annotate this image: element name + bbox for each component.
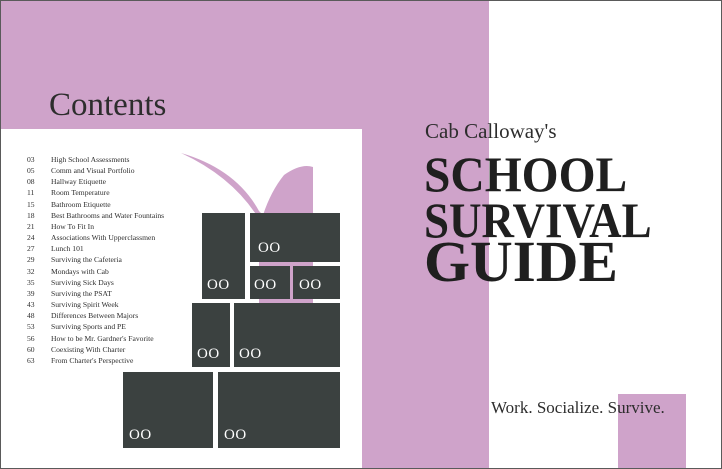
toc-title: Hallway Etiquette — [51, 177, 107, 187]
photo-block: OO — [250, 266, 290, 299]
toc-page-number: 48 — [27, 311, 35, 321]
toc-entry[interactable]: 32 Mondays with Cab — [27, 266, 227, 277]
toc-page-number: 21 — [27, 221, 35, 231]
toc-entry[interactable]: 03 High School Assessments — [27, 154, 227, 165]
toc-page-number: 15 — [27, 199, 35, 209]
toc-title: How to be Mr. Gardner's Favorite — [51, 333, 154, 343]
toc-page-number: 18 — [27, 210, 35, 220]
toc-page-number: 08 — [27, 177, 35, 187]
toc-title: Surviving Sick Days — [51, 277, 114, 287]
brand-name: Cab Calloway's — [425, 119, 557, 143]
block-label: OO — [254, 277, 277, 293]
toc-entry[interactable]: 21 How To Fit In — [27, 221, 227, 232]
cover-title-line: GUIDE — [424, 229, 618, 294]
toc-entry[interactable]: 15 Bathroom Etiquette — [27, 199, 227, 210]
toc-page-number: 29 — [27, 255, 35, 265]
photo-block: OO — [218, 372, 340, 448]
photo-block: OO — [250, 213, 340, 262]
magazine-spread: Contents 03 High School Assessments 05 Com… — [0, 0, 722, 469]
toc-entry[interactable]: 08 Hallway Etiquette — [27, 176, 227, 187]
block-label: OO — [207, 277, 230, 293]
toc-entry[interactable]: 35 Surviving Sick Days — [27, 277, 227, 288]
tagline: Work. Socialize. Survive. — [491, 398, 665, 417]
toc-title: Room Temperature — [51, 188, 110, 198]
toc-page-number: 24 — [27, 233, 35, 243]
toc-title: Coexisting With Charter — [51, 344, 126, 354]
block-label: OO — [129, 427, 152, 443]
toc-entry[interactable]: 24 Associations With Upperclassmen — [27, 232, 227, 243]
toc-page-number: 53 — [27, 322, 35, 332]
toc-page-number: 05 — [27, 166, 35, 176]
block-label: OO — [224, 427, 247, 443]
photo-block: OO — [192, 303, 230, 367]
block-label: OO — [239, 346, 262, 362]
toc-page-number: 60 — [27, 344, 35, 354]
toc-title: Mondays with Cab — [51, 266, 109, 276]
toc-entry[interactable]: 27 Lunch 101 — [27, 243, 227, 254]
toc-title: Best Bathrooms and Water Fountains — [51, 210, 165, 220]
toc-title: Surviving the Cafeteria — [51, 255, 122, 265]
toc-title: Comm and Visual Portfolio — [51, 166, 135, 176]
toc-title: Associations With Upperclassmen — [51, 233, 156, 243]
toc-title: Surviving Sports and PE — [51, 322, 126, 332]
toc-page-number: 27 — [27, 244, 35, 254]
block-label: OO — [197, 346, 220, 362]
photo-block: OO — [123, 372, 213, 448]
block-label: OO — [299, 277, 322, 293]
toc-page-number: 43 — [27, 300, 35, 310]
toc-title: From Charter's Perspective — [51, 355, 134, 365]
block-label: OO — [258, 240, 281, 256]
toc-entry[interactable]: 11 Room Temperature — [27, 187, 227, 198]
toc-page-number: 32 — [27, 266, 35, 276]
toc-page-number: 35 — [27, 277, 35, 287]
toc-title: How To Fit In — [51, 221, 94, 231]
toc-entry[interactable]: 39 Surviving the PSAT — [27, 288, 227, 299]
toc-entry[interactable]: 18 Best Bathrooms and Water Fountains — [27, 210, 227, 221]
photo-block: OO — [202, 213, 245, 299]
toc-title: Differences Between Majors — [51, 311, 139, 321]
toc-title: Surviving the PSAT — [51, 288, 112, 298]
photo-block: OO — [293, 266, 340, 299]
toc-page-number: 56 — [27, 333, 35, 343]
toc-page-number: 11 — [27, 188, 35, 198]
toc-entry[interactable]: 29 Surviving the Cafeteria — [27, 254, 227, 265]
photo-block: OO — [234, 303, 340, 367]
toc-page-number: 63 — [27, 355, 35, 365]
toc-title: Lunch 101 — [51, 244, 84, 254]
toc-page-number: 03 — [27, 155, 35, 164]
toc-page-number: 39 — [27, 288, 35, 298]
contents-heading: Contents — [49, 87, 167, 123]
toc-entry[interactable]: 05 Comm and Visual Portfolio — [27, 165, 227, 176]
toc-title: Bathroom Etiquette — [51, 199, 111, 209]
purple-band-bottom — [362, 399, 489, 468]
toc-title: High School Assessments — [51, 155, 130, 164]
toc-title: Surviving Spirit Week — [51, 300, 119, 310]
